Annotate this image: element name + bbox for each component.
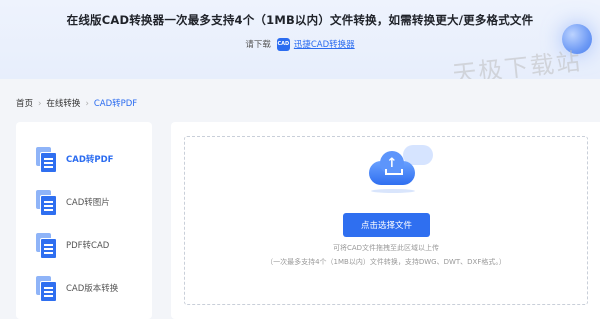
sidebar-item-label: CAD版本转换 [66,284,119,294]
cad-app-icon[interactable]: CAD [276,38,290,51]
banner-title: 在线版CAD转换器一次最多支持4个（1MB以内）文件转换，如需转换更大/更多格式… [66,13,534,27]
sidebar-item-label: CAD转PDF [66,155,114,165]
upload-panel: ↑ 点击选择文件 可将CAD文件拖拽至此区域以上传 （一次最多支持4个（1MB以… [171,122,600,319]
breadcrumb-separator: › [85,99,89,109]
cloud-upload-icon: ↑ [361,145,433,193]
promo-banner: 在线版CAD转换器一次最多支持4个（1MB以内）文件转换，如需转换更大/更多格式… [0,0,600,79]
cad-to-image-icon [36,190,57,216]
sidebar-item-cad-to-image[interactable]: CAD转图片 [36,187,146,217]
sidebar-item-cad-version[interactable]: CAD版本转换 [36,273,146,303]
breadcrumb-home[interactable]: 首页 [16,99,33,109]
dropzone-limits-note: （一次最多支持4个（1MB以内）文件转换，支持DWG、DWT、DXF格式。） [266,258,506,266]
breadcrumb: 首页 › 在线转换 › CAD转PDF [16,97,137,109]
select-file-button[interactable]: 点击选择文件 [343,213,430,237]
cad-version-icon [36,276,57,302]
breadcrumb-current: CAD转PDF [93,99,138,109]
breadcrumb-separator: › [38,99,42,109]
cad-to-pdf-icon [36,147,57,173]
file-dropzone[interactable]: ↑ 点击选择文件 可将CAD文件拖拽至此区域以上传 （一次最多支持4个（1MB以… [184,136,588,305]
breadcrumb-online-convert[interactable]: 在线转换 [46,99,80,109]
download-app-link[interactable]: 迅捷CAD转换器 [294,40,355,50]
download-prefix: 请下载 [245,40,271,50]
sidebar-item-pdf-to-cad[interactable]: PDF转CAD [36,230,146,260]
dropzone-hint: 可将CAD文件拖拽至此区域以上传 [332,244,440,252]
sidebar-item-label: PDF转CAD [66,241,110,251]
sidebar-item-cad-to-pdf[interactable]: CAD转PDF [36,144,146,174]
pdf-to-cad-icon [36,233,57,259]
sidebar-item-label: CAD转图片 [66,198,110,208]
sidebar: CAD转PDF CAD转图片 PDF转CAD CAD版本转换 [16,122,152,319]
